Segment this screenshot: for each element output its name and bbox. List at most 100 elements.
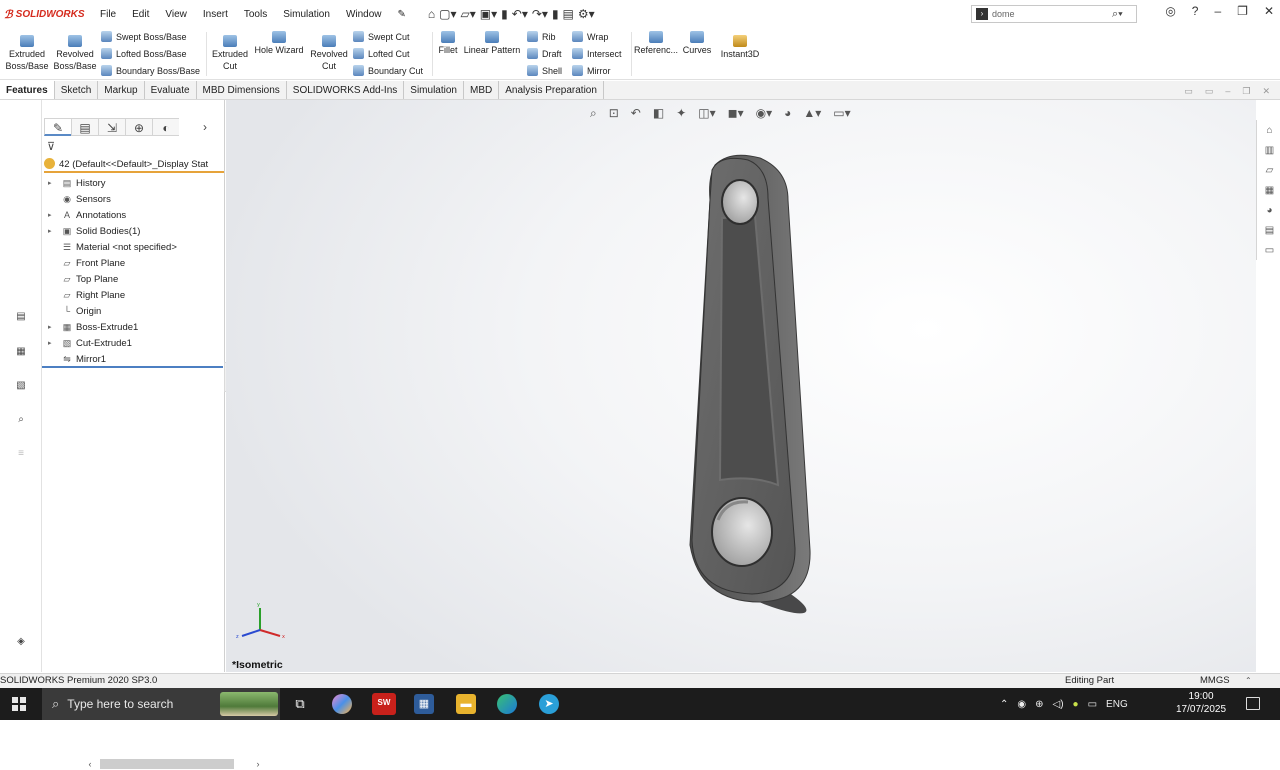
panel-scrollbar[interactable]: ‹ › — [84, 757, 267, 770]
boundary-boss-button[interactable]: Boundary Boss/Base — [101, 65, 200, 76]
notifications-icon[interactable] — [1246, 697, 1260, 710]
edge-browser-icon[interactable] — [497, 694, 517, 714]
chevron-right-icon[interactable]: › — [199, 118, 211, 136]
tree-item-sensors[interactable]: ◉ Sensors — [42, 192, 225, 208]
telegram-icon[interactable]: ➤ — [539, 694, 559, 714]
search-icon[interactable]: ⌕▾ — [1112, 8, 1123, 21]
smart-dimension-icon[interactable]: ▦ — [14, 346, 28, 358]
home-icon[interactable]: ⌂ — [428, 7, 435, 21]
custom-properties-icon[interactable]: ▤ — [1263, 224, 1276, 237]
save-icon[interactable]: ▣▾ — [480, 7, 497, 21]
instant3d-button[interactable]: Instant3D — [718, 35, 762, 60]
forum-icon[interactable]: ▭ — [1263, 244, 1276, 257]
tab-markup[interactable]: Markup — [98, 81, 145, 99]
search-input[interactable] — [992, 9, 1112, 19]
dimxpert-tab-icon[interactable]: ⊕ — [125, 118, 152, 136]
draft-button[interactable]: Draft — [527, 48, 562, 59]
relations-icon[interactable]: ▧ — [14, 380, 28, 392]
task-view-icon[interactable]: ⧉ — [290, 694, 310, 714]
fillet-button[interactable]: Fillet — [435, 31, 461, 56]
hide-show-items-icon[interactable]: ◉▾ — [756, 106, 773, 121]
restore-button[interactable]: ❐ — [1237, 4, 1248, 18]
shell-button[interactable]: Shell — [527, 65, 562, 76]
open-icon[interactable]: ▱▾ — [461, 7, 476, 21]
menu-insert[interactable]: Insert — [203, 9, 228, 20]
display-manager-tab-icon[interactable]: ◐ — [152, 118, 179, 136]
intersect-button[interactable]: Intersect — [572, 48, 622, 59]
undo-icon[interactable]: ↶▾ — [512, 7, 528, 21]
volume-icon[interactable]: ◁) — [1053, 699, 1064, 710]
sketch-tool-icon[interactable]: ▤ — [14, 311, 28, 323]
calculator-app-icon[interactable]: ▦ — [414, 694, 434, 714]
tab-sketch[interactable]: Sketch — [55, 81, 99, 99]
previous-view-icon[interactable]: ↶ — [631, 106, 641, 121]
taskbar-clock[interactable]: 19:00 17/07/2025 — [1176, 690, 1226, 716]
minimize-button[interactable]: – — [1214, 4, 1221, 18]
menu-edit[interactable]: Edit — [132, 9, 149, 20]
tree-item-history[interactable]: ▸ ▤ History — [42, 176, 225, 192]
tab-mbd-dimensions[interactable]: MBD Dimensions — [197, 81, 287, 99]
rib-button[interactable]: Rib — [527, 31, 556, 42]
expand-arrow-icon[interactable]: ▸ — [48, 224, 52, 240]
tree-item-right-plane[interactable]: ▱ Right Plane — [42, 288, 225, 304]
mirror-button[interactable]: Mirror — [572, 65, 611, 76]
swept-cut-button[interactable]: Swept Cut — [353, 31, 410, 42]
rollback-bar[interactable] — [42, 366, 223, 368]
dynamic-annotation-icon[interactable]: ✦ — [676, 106, 686, 121]
search-box[interactable]: › ⌕▾ — [971, 5, 1137, 23]
doc-cascade-icon[interactable]: ▭ — [1205, 86, 1214, 97]
chevron-up-icon[interactable]: ⌃ — [1245, 674, 1252, 688]
property-manager-tab-icon[interactable]: ▤ — [71, 118, 98, 136]
appearances-icon[interactable]: ◕ — [1263, 204, 1276, 217]
print-icon[interactable]: ▮ — [501, 7, 508, 21]
doc-minimize-icon[interactable]: – — [1225, 86, 1230, 97]
redo-icon[interactable]: ↷▾ — [532, 7, 548, 21]
expand-arrow-icon[interactable]: ▸ — [48, 208, 52, 224]
tab-features[interactable]: Features — [0, 81, 55, 99]
battery-icon[interactable]: ▭ — [1088, 699, 1097, 710]
menu-tools[interactable]: Tools — [244, 9, 267, 20]
help-options-icon[interactable]: ◎ — [1165, 4, 1175, 18]
zoom-to-fit-icon[interactable]: ⌕ — [590, 106, 597, 121]
taskbar-search[interactable]: ⌕ Type here to search — [42, 688, 280, 720]
zoom-to-area-icon[interactable]: ⊡ — [609, 106, 619, 121]
part-name[interactable]: 42 (Default<<Default>_Display Stat — [44, 158, 224, 173]
hole-wizard-button[interactable]: Hole Wizard — [253, 31, 305, 56]
menu-window[interactable]: Window — [346, 9, 382, 20]
appearance-tool-icon[interactable]: ◈ — [14, 636, 28, 648]
tree-item-top-plane[interactable]: ▱ Top Plane — [42, 272, 225, 288]
select-icon[interactable]: ▮ — [552, 7, 559, 21]
design-library-icon[interactable]: ▥ — [1263, 144, 1276, 157]
tab-analysis-preparation[interactable]: Analysis Preparation — [499, 81, 604, 99]
doc-close-icon[interactable]: ✕ — [1262, 86, 1270, 97]
extruded-boss-button[interactable]: Extruded Boss/Base — [5, 35, 49, 72]
options-gear-icon[interactable]: ⚙▾ — [578, 7, 595, 21]
view-orientation-icon[interactable]: ◫▾ — [698, 106, 715, 121]
section-view-icon[interactable]: ◧ — [653, 106, 664, 121]
menu-view[interactable]: View — [165, 9, 187, 20]
filter-icon[interactable]: ⊽ — [47, 140, 55, 153]
update-status-icon[interactable]: ● — [1073, 699, 1079, 710]
menu-file[interactable]: File — [100, 9, 116, 20]
file-properties-icon[interactable]: ▤ — [563, 7, 574, 21]
view-settings-icon[interactable]: ▭▾ — [833, 106, 850, 121]
tree-item-solid-bodies-1[interactable]: ▸ ▣ Solid Bodies(1) — [42, 224, 225, 240]
new-document-icon[interactable]: ▢▾ — [439, 7, 456, 21]
expand-arrow-icon[interactable]: ▸ — [48, 176, 52, 192]
curves-button[interactable]: Curves — [680, 31, 714, 56]
copilot-icon[interactable] — [332, 694, 352, 714]
unit-system[interactable]: MMGS — [1200, 674, 1230, 688]
tree-item-origin[interactable]: └ Origin — [42, 304, 225, 320]
feature-manager-tab-icon[interactable]: ✎ — [44, 118, 71, 136]
menu-simulation[interactable]: Simulation — [283, 9, 330, 20]
solidworks-taskbar-icon[interactable]: SW — [372, 693, 396, 715]
chevron-up-icon[interactable]: ⌃ — [1000, 699, 1008, 710]
boundary-cut-button[interactable]: Boundary Cut — [353, 65, 423, 76]
scroll-left-icon[interactable]: ‹ — [84, 759, 96, 769]
connecting-rod-model[interactable] — [660, 140, 840, 630]
network-icon[interactable]: ⊕ — [1035, 699, 1043, 710]
apply-scene-icon[interactable]: ▲▾ — [803, 106, 821, 121]
tab-evaluate[interactable]: Evaluate — [145, 81, 197, 99]
extruded-cut-button[interactable]: Extruded Cut — [209, 35, 251, 72]
edit-appearance-icon[interactable]: ◕ — [784, 106, 791, 121]
